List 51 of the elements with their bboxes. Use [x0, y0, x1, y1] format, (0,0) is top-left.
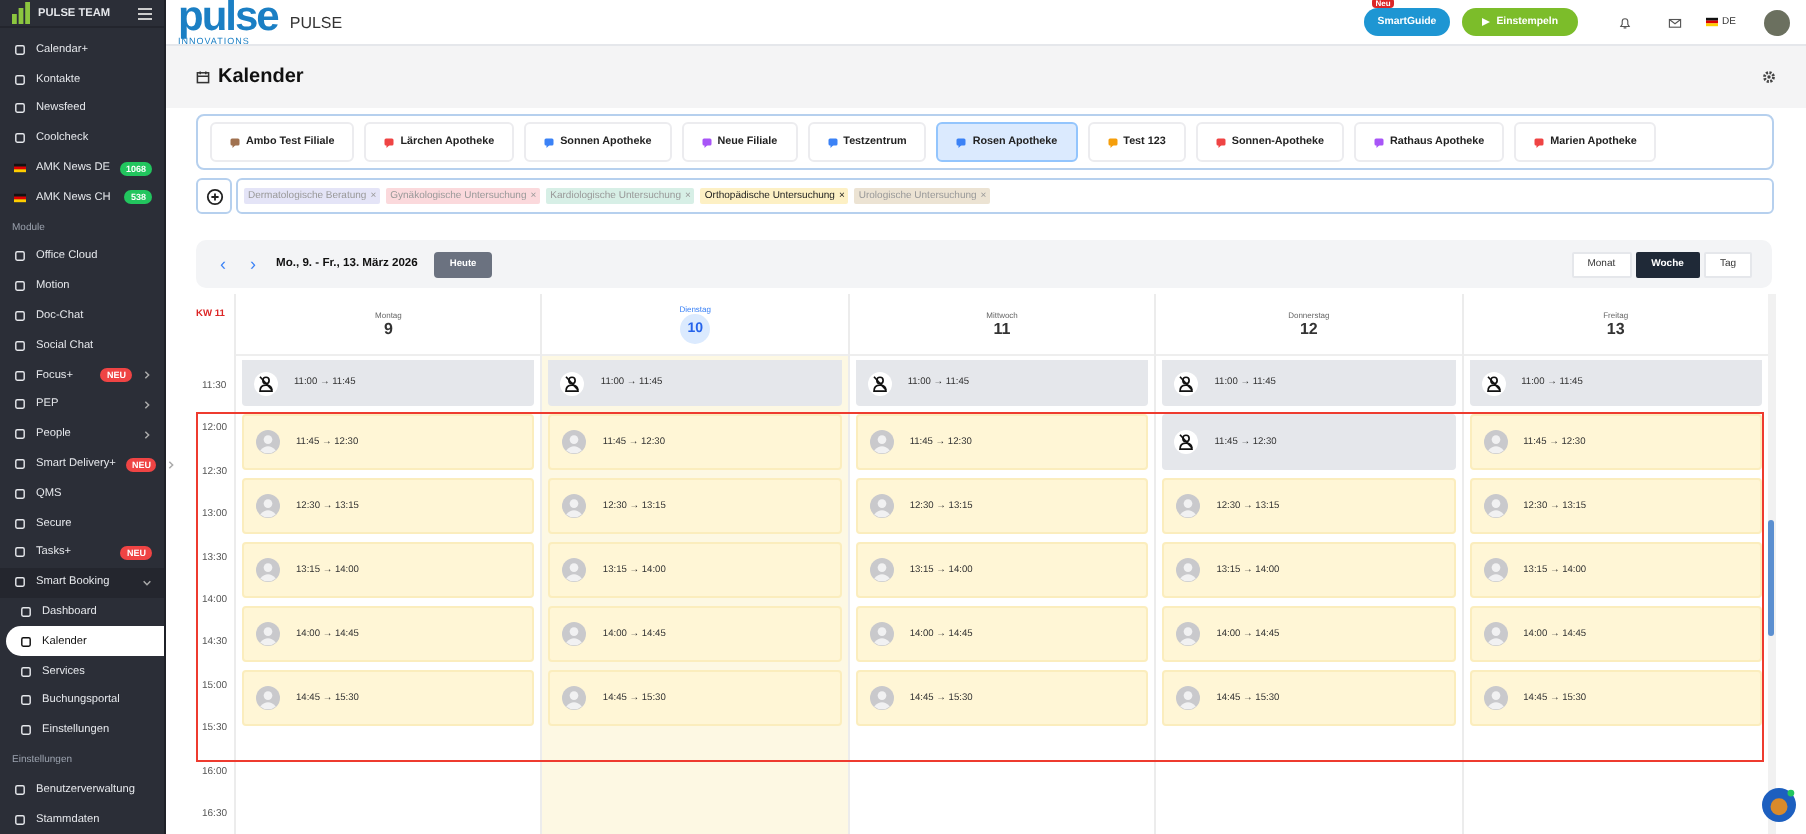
avatar-icon — [562, 686, 587, 710]
page-title: Kalender — [218, 66, 306, 88]
avatar-icon — [869, 494, 894, 518]
avatar-icon — [256, 686, 280, 710]
avatar[interactable] — [1764, 9, 1790, 35]
chatbot-icon[interactable] — [1762, 788, 1796, 822]
crossed-person-icon — [1174, 371, 1199, 395]
avatar-icon — [256, 494, 280, 518]
crossed-person-icon — [1481, 371, 1506, 395]
app-name: PULSE — [289, 13, 345, 31]
flag-icon — [14, 191, 26, 204]
flag-icon — [14, 162, 26, 175]
avatar-icon — [562, 622, 587, 646]
day-number: 13 — [1606, 320, 1625, 338]
avatar-icon — [256, 558, 280, 582]
mail-icon[interactable] — [1668, 15, 1683, 29]
avatar-icon — [1483, 494, 1508, 518]
avatar-icon — [1176, 622, 1201, 646]
settings-icon[interactable] — [1762, 70, 1776, 84]
calendar-icon — [196, 70, 210, 84]
crossed-person-icon — [1174, 430, 1199, 454]
avatar-icon — [1483, 622, 1508, 646]
avatar-icon — [1483, 430, 1508, 454]
flag-icon — [1706, 16, 1719, 28]
scrollbar[interactable] — [1768, 294, 1777, 834]
bars-logo-icon — [12, 2, 30, 25]
avatar-icon — [1176, 494, 1201, 518]
day-number: 11 — [993, 320, 1011, 338]
add-filter-button[interactable] — [196, 178, 232, 214]
avatar-icon — [256, 430, 280, 454]
avatar-icon — [869, 622, 894, 646]
avatar-icon — [1483, 558, 1508, 582]
day-number: 12 — [1299, 320, 1318, 338]
avatar-icon — [1483, 686, 1508, 710]
crossed-person-icon — [254, 371, 278, 395]
avatar-icon — [562, 430, 587, 454]
bell-icon[interactable] — [1618, 15, 1633, 29]
avatar-icon — [562, 558, 587, 582]
avatar-icon — [1176, 558, 1201, 582]
logo-wordmark: pulse — [178, 0, 278, 39]
plus-circle-icon — [205, 187, 223, 205]
day-number: 9 — [383, 320, 393, 338]
avatar-icon — [1176, 686, 1201, 710]
avatar-icon — [869, 686, 894, 710]
avatar-icon — [562, 494, 587, 518]
crossed-person-icon — [867, 371, 892, 395]
avatar-icon — [869, 558, 894, 582]
crossed-person-icon — [560, 371, 585, 395]
avatar-icon — [869, 430, 894, 454]
avatar-icon — [256, 622, 280, 646]
play-icon — [1482, 18, 1491, 26]
